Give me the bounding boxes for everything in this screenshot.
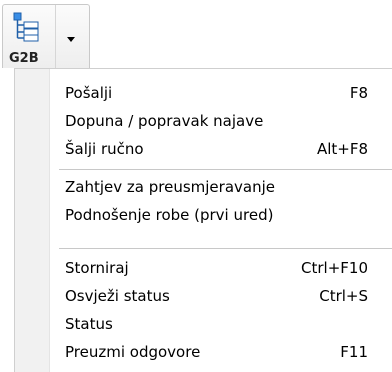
- menu-item-storniraj[interactable]: Storniraj Ctrl+F10: [65, 254, 368, 282]
- g2b-toolbar-button[interactable]: G2B: [2, 4, 90, 69]
- menu-separator: [59, 169, 392, 170]
- menu-item-label: Status: [65, 315, 113, 333]
- menu-item-shortcut: Ctrl+F10: [301, 259, 368, 277]
- menu-item-preuzmi-odgovore[interactable]: Preuzmi odgovore F11: [65, 338, 368, 366]
- menu-item-label: Podnošenje robe (prvi ured): [65, 206, 274, 224]
- menu-item-shortcut: F8: [349, 84, 368, 102]
- menu-item-label: Preuzmi odgovore: [65, 343, 201, 361]
- tree-icon: [13, 12, 39, 42]
- menu-item-label: Storniraj: [65, 259, 129, 277]
- menu-item-zahtjev-preusmjeravanje[interactable]: Zahtjev za preusmjeravanje: [65, 173, 368, 201]
- menu-item-shortcut: Ctrl+S: [319, 287, 368, 305]
- menu-item-label: Zahtjev za preusmjeravanje: [65, 178, 275, 196]
- menu-item-salji-rucno[interactable]: Šalji ručno Alt+F8: [65, 135, 368, 163]
- menu-item-shortcut: F11: [340, 343, 368, 361]
- split-divider: [55, 5, 56, 69]
- toolbar-button-label: G2B: [9, 51, 39, 66]
- menu-item-posalji[interactable]: Pošalji F8: [65, 79, 368, 107]
- dropdown-menu: Pošalji F8 Dopuna / popravak najave Šalj…: [14, 68, 392, 372]
- menu-item-label: Dopuna / popravak najave: [65, 112, 264, 130]
- menu-item-status[interactable]: Status: [65, 310, 368, 338]
- menu-item-dopuna-popravak[interactable]: Dopuna / popravak najave: [65, 107, 368, 135]
- menu-item-podnosenje-robe[interactable]: Podnošenje robe (prvi ured): [65, 201, 368, 229]
- menu-item-label: Šalji ručno: [65, 140, 144, 158]
- menu-icon-gutter: [15, 69, 50, 372]
- menu-item-shortcut: Alt+F8: [316, 140, 368, 158]
- menu-item-label: Osvježi status: [65, 287, 170, 305]
- menu-separator: [59, 248, 392, 249]
- dropdown-arrow-icon[interactable]: [67, 37, 75, 42]
- menu-item-label: Pošalji: [65, 84, 113, 102]
- menu-item-osvjezi-status[interactable]: Osvježi status Ctrl+S: [65, 282, 368, 310]
